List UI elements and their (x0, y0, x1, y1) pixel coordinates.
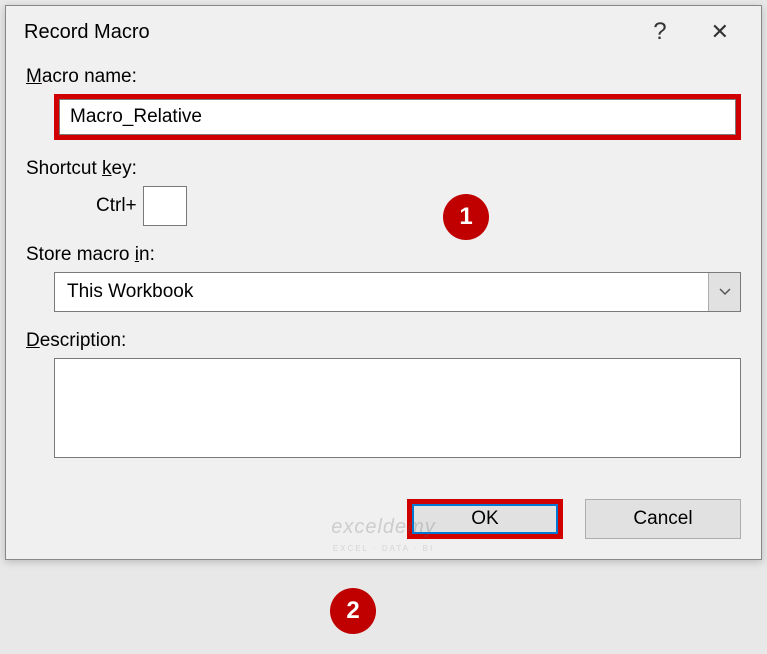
ctrl-prefix-label: Ctrl+ (96, 195, 137, 217)
description-input[interactable] (54, 358, 741, 458)
store-macro-label: Store macro in: (26, 244, 741, 266)
description-group: Description: (26, 330, 741, 463)
help-button[interactable]: ? (645, 16, 674, 48)
store-macro-select-wrap: This Workbook (54, 272, 741, 312)
titlebar-buttons: ? ✕ (645, 16, 753, 48)
ok-button[interactable]: OK (412, 504, 558, 534)
titlebar: Record Macro ? ✕ (6, 6, 761, 58)
store-macro-select[interactable]: This Workbook (54, 272, 741, 312)
store-macro-value: This Workbook (55, 275, 205, 309)
dialog-title: Record Macro (24, 21, 150, 44)
macro-name-input[interactable] (59, 99, 736, 135)
store-macro-group: Store macro in: This Workbook (26, 244, 741, 312)
shortcut-row: Ctrl+ (96, 186, 741, 226)
button-row: OK Cancel (26, 499, 741, 539)
macro-name-group: Macro name: (26, 66, 741, 140)
description-wrap (54, 358, 741, 463)
shortcut-key-input[interactable] (143, 186, 187, 226)
shortcut-key-label: Shortcut key: (26, 158, 741, 180)
description-label: Description: (26, 330, 741, 352)
shortcut-key-group: Shortcut key: Ctrl+ (26, 158, 741, 226)
record-macro-dialog: Record Macro ? ✕ Macro name: Shortcut ke… (5, 5, 762, 560)
callout-badge-2: 2 (330, 588, 376, 634)
cancel-button[interactable]: Cancel (585, 499, 741, 539)
close-button[interactable]: ✕ (703, 17, 737, 47)
dialog-content: Macro name: Shortcut key: Ctrl+ Store ma… (6, 58, 761, 559)
macro-name-label: Macro name: (26, 66, 741, 88)
chevron-down-icon (708, 273, 740, 311)
callout-badge-1: 1 (443, 194, 489, 240)
macro-name-highlight (54, 94, 741, 140)
ok-button-highlight: OK (407, 499, 563, 539)
